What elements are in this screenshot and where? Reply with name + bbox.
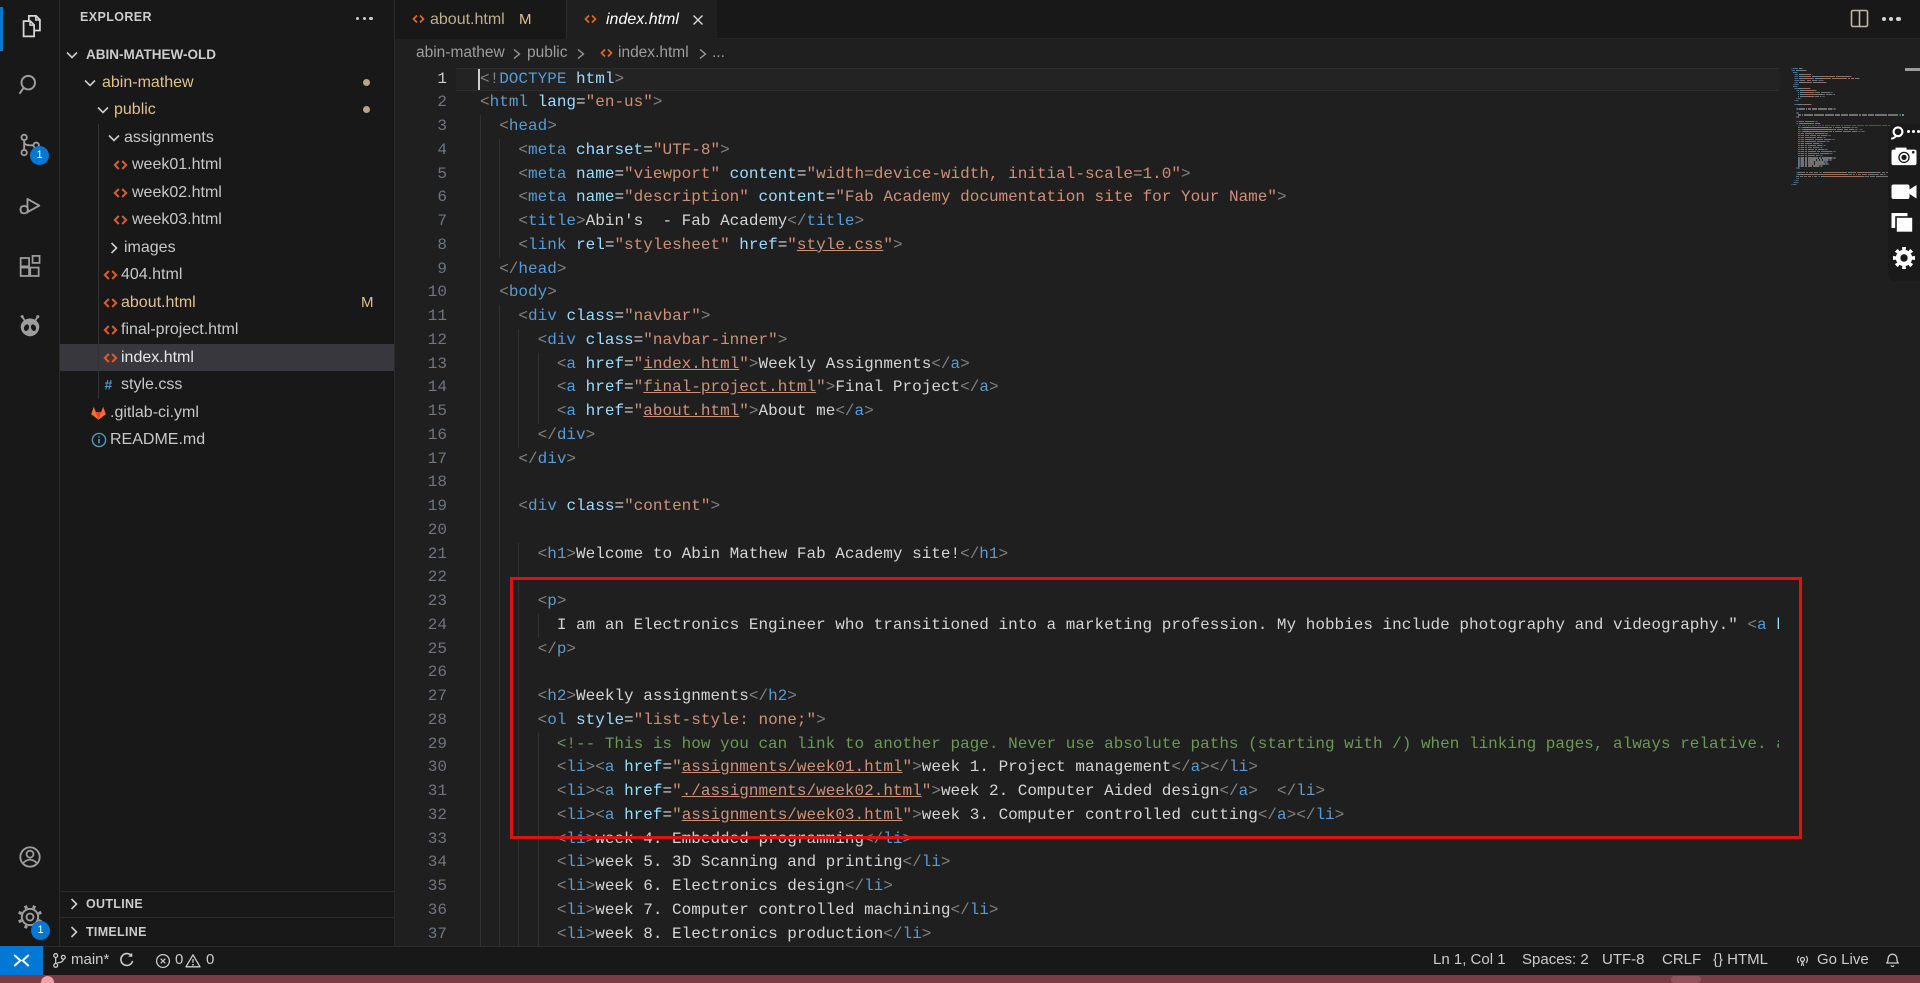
svg-text:#: # bbox=[105, 377, 113, 393]
